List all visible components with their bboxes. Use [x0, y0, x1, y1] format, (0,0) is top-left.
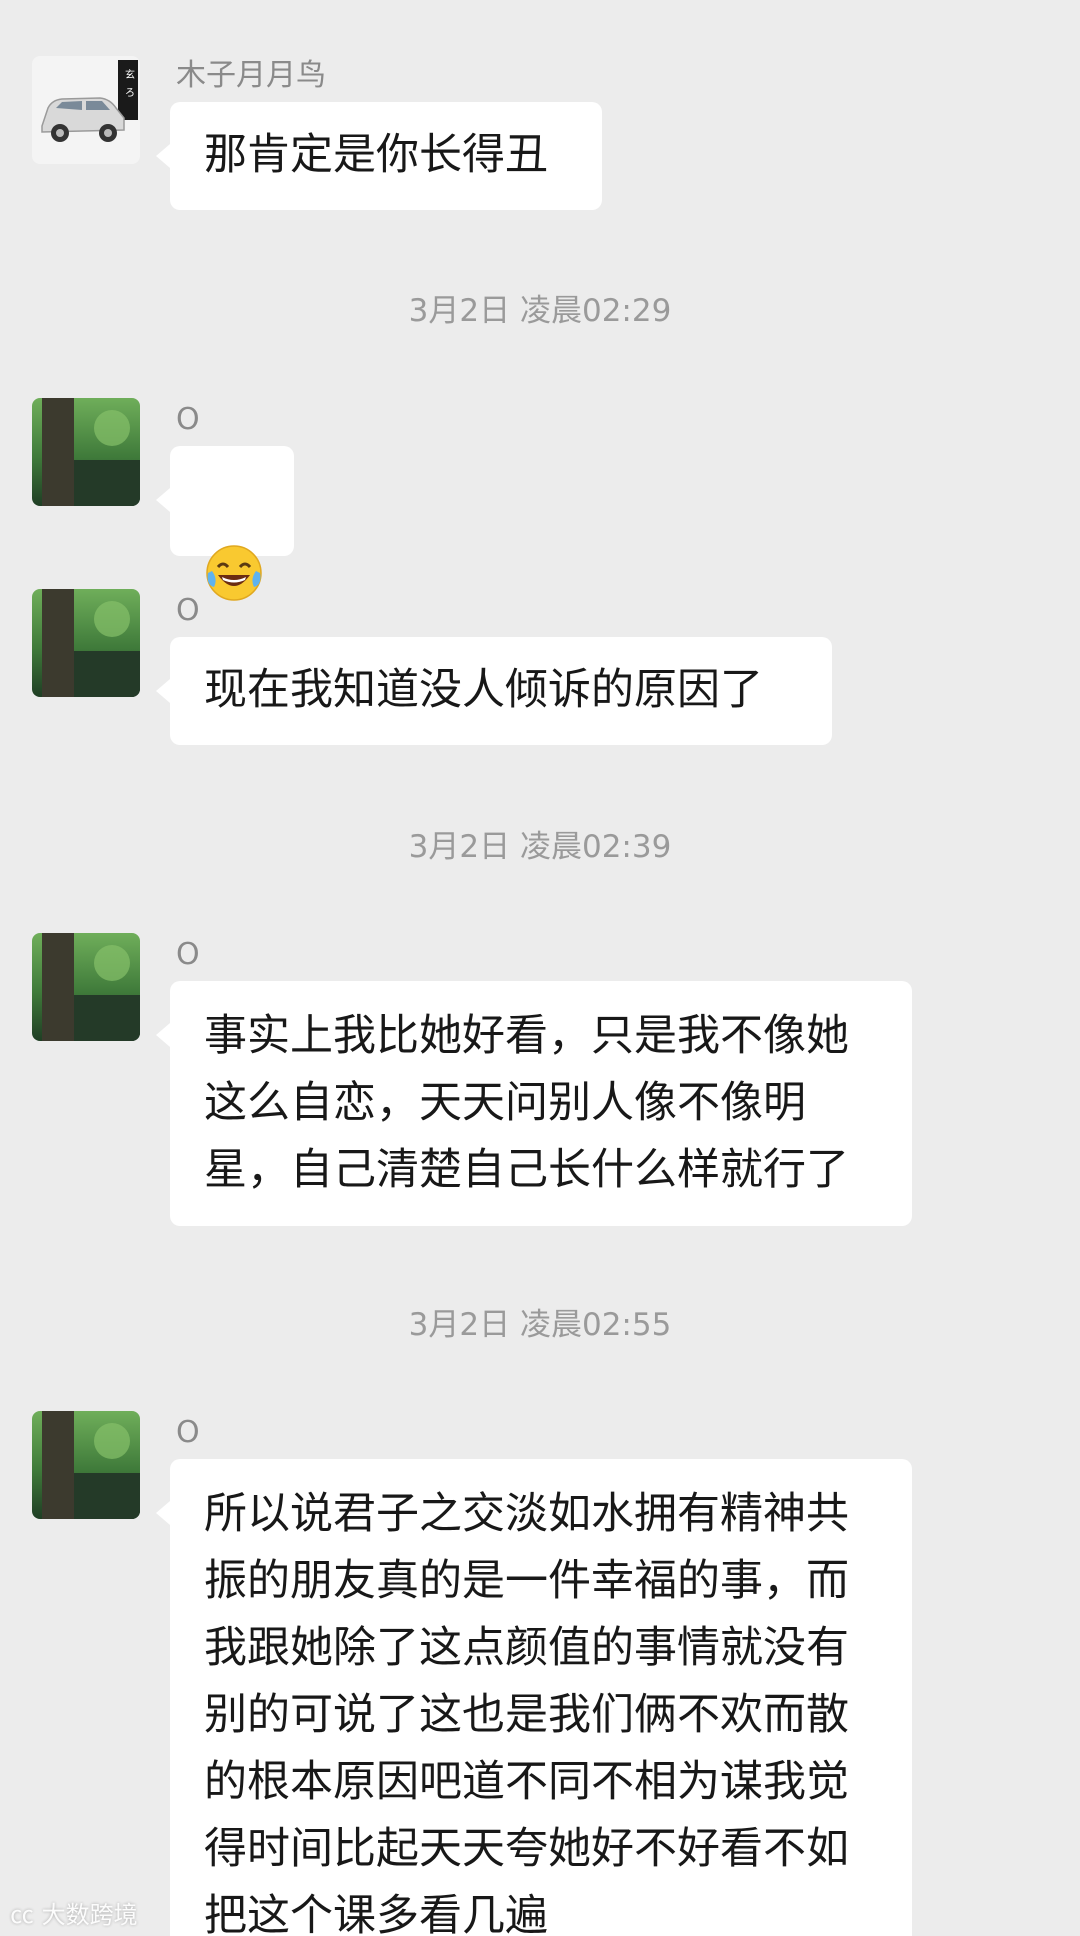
chat-window: 玄 ろ 木子月月鸟 那肯定是你长得丑 3月2日 凌晨02:29 O O 现在我知…	[0, 0, 1080, 1936]
message-bubble[interactable]: 事实上我比她好看，只是我不像她 这么自恋，天天问别人像不像明 星，自己清楚自己长…	[156, 981, 912, 1226]
timestamp: 3月2日 凌晨02:55	[408, 1307, 672, 1343]
watermark-logo-icon: ㏄	[10, 1901, 42, 1929]
forest-avatar-icon	[32, 1411, 140, 1519]
timestamp: 3月2日 凌晨02:39	[408, 829, 672, 865]
forest-avatar-icon	[32, 398, 140, 506]
message-bubble[interactable]: 所以说君子之交淡如水拥有精神共 振的朋友真的是一件幸福的事，而 我跟她除了这点颜…	[156, 1459, 912, 1936]
watermark-text: 大数跨境	[41, 1901, 138, 1929]
car-avatar-icon: 玄 ろ	[32, 56, 140, 164]
svg-text:玄: 玄	[125, 68, 135, 81]
avatar-forest[interactable]	[32, 589, 140, 697]
avatar-forest[interactable]	[32, 933, 140, 1041]
forest-avatar-icon	[32, 933, 140, 1041]
watermark: ㏄ 大数跨境	[10, 1895, 138, 1930]
message-bubble[interactable]: 现在我知道没人倾诉的原因了	[156, 637, 832, 745]
svg-text:ろ: ろ	[125, 88, 135, 99]
forest-avatar-icon	[32, 589, 140, 697]
avatar-car[interactable]: 玄 ろ	[32, 56, 140, 164]
sender-name: O	[176, 1415, 200, 1450]
avatar-forest[interactable]	[32, 398, 140, 506]
timestamp: 3月2日 凌晨02:29	[408, 293, 672, 329]
sender-name: 木子月月鸟	[176, 58, 326, 93]
tears-of-joy-emoji-icon	[206, 544, 262, 601]
sender-name: O	[176, 593, 200, 628]
message-bubble[interactable]: 那肯定是你长得丑	[156, 102, 602, 210]
sender-name: O	[176, 402, 200, 437]
avatar-forest[interactable]	[32, 1411, 140, 1519]
sender-name: O	[176, 937, 200, 972]
emoji-bubble[interactable]	[156, 446, 294, 601]
